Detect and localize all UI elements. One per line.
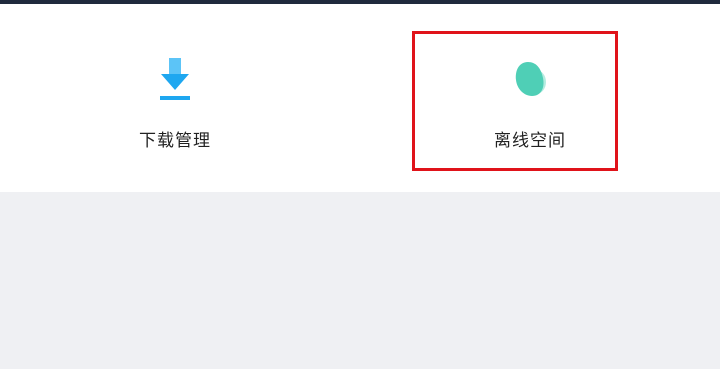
download-arrow-icon (153, 56, 197, 104)
offline-space-icon (508, 56, 552, 104)
tools-panel: 下载管理 离线空间 (0, 4, 720, 192)
download-manager-label: 下载管理 (139, 131, 211, 151)
offline-space-tile[interactable]: 离线空间 (445, 14, 615, 164)
empty-content-area (0, 192, 720, 369)
offline-space-label: 离线空间 (494, 131, 566, 151)
download-manager-tile[interactable]: 下载管理 (90, 14, 260, 164)
